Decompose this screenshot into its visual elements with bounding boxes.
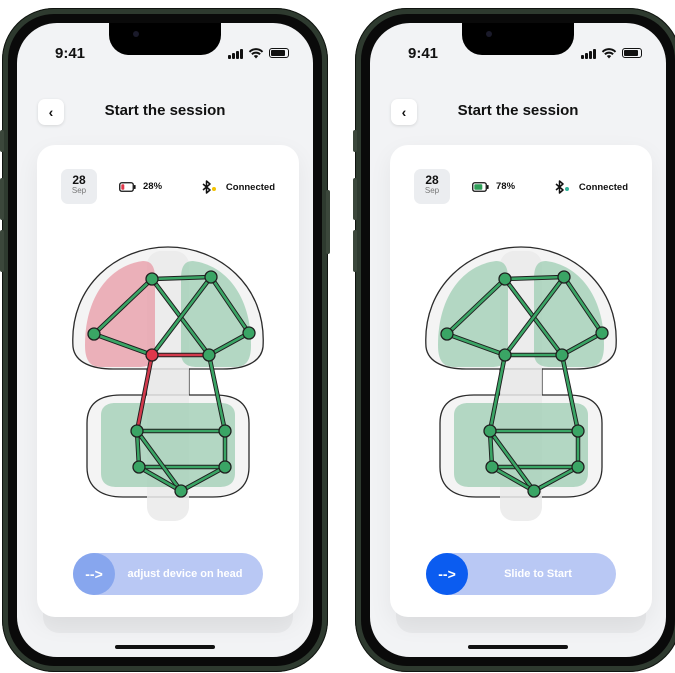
electrode-back-bottom bbox=[174, 484, 188, 498]
electrode-mid-right bbox=[555, 348, 569, 362]
device-battery-icon bbox=[472, 181, 489, 192]
electrode-back-upper-right bbox=[571, 424, 585, 438]
electrode-front-right bbox=[204, 270, 218, 284]
device-battery-icon bbox=[119, 181, 136, 192]
device-battery: 78% bbox=[472, 181, 515, 192]
status-time: 9:41 bbox=[408, 45, 439, 62]
phone-battery-icon bbox=[269, 48, 289, 58]
status-dot bbox=[211, 187, 216, 191]
status-time: 9:41 bbox=[55, 45, 86, 62]
wifi-icon bbox=[248, 48, 264, 59]
electrode-back-lower-right bbox=[571, 460, 585, 474]
date-chip: 28 Sep bbox=[61, 169, 97, 204]
page-title: Start the session bbox=[104, 102, 226, 119]
wifi-icon bbox=[601, 48, 617, 59]
electrode-temporal-left bbox=[87, 327, 101, 341]
mute-switch bbox=[0, 130, 4, 152]
electrode-mid-right bbox=[202, 348, 216, 362]
home-indicator bbox=[115, 645, 215, 649]
date-day: 28 bbox=[72, 173, 86, 187]
camera-dot bbox=[133, 31, 139, 37]
battery-fill bbox=[121, 183, 125, 190]
slider-label: adjust device on head bbox=[127, 568, 243, 580]
session-card: 28 Sep 78% Connected --> Slide to Start bbox=[390, 145, 652, 617]
signal-icon bbox=[581, 48, 596, 59]
notch bbox=[109, 23, 221, 55]
headset-diagram bbox=[425, 246, 617, 521]
battery-fill bbox=[474, 183, 483, 190]
camera-dot bbox=[486, 31, 492, 37]
bluetooth-status: Connected bbox=[202, 180, 275, 194]
volume-down-button bbox=[0, 230, 4, 272]
electrode-back-upper-left bbox=[483, 424, 497, 438]
page-title: Start the session bbox=[457, 102, 579, 119]
connection-label: Connected bbox=[225, 181, 275, 193]
volume-up-button bbox=[353, 178, 357, 220]
date-chip: 28 Sep bbox=[414, 169, 450, 204]
electrode-mid-left bbox=[498, 348, 512, 362]
home-indicator bbox=[468, 645, 568, 649]
electrode-back-upper-left bbox=[130, 424, 144, 438]
phone-frame-left: 9:41 ‹ Start the session 28 Sep 28% Conn… bbox=[0, 8, 330, 672]
connection-label: Connected bbox=[578, 181, 628, 193]
date-month: Sep bbox=[424, 186, 440, 195]
electrode-mid-left bbox=[145, 348, 159, 362]
arrow-right-icon: --> bbox=[438, 566, 456, 582]
slider-knob[interactable]: --> bbox=[73, 553, 115, 595]
status-icons bbox=[228, 47, 289, 59]
date-month: Sep bbox=[71, 186, 87, 195]
electrode-front-right bbox=[557, 270, 571, 284]
session-card: 28 Sep 28% Connected --> adjust device o… bbox=[37, 145, 299, 617]
notch bbox=[462, 23, 574, 55]
arrow-right-icon: --> bbox=[85, 566, 103, 582]
status-icons bbox=[581, 47, 642, 59]
slide-to-start-track[interactable]: --> Slide to Start bbox=[426, 553, 616, 595]
battery-percent: 78% bbox=[496, 181, 516, 192]
screen: 9:41 ‹ Start the session 28 Sep bbox=[17, 23, 313, 657]
electrode-temporal-left bbox=[440, 327, 454, 341]
screen: 9:41 ‹ Start the session 28 Sep bbox=[370, 23, 666, 657]
bezel: 9:41 ‹ Start the session 28 Sep bbox=[8, 14, 322, 666]
bluetooth-icon bbox=[202, 180, 211, 194]
device-battery: 28% bbox=[119, 181, 162, 192]
battery-percent: 28% bbox=[143, 181, 163, 192]
bluetooth-status: Connected bbox=[555, 180, 628, 194]
electrode-back-lower-left bbox=[485, 460, 499, 474]
electrode-temporal-right bbox=[595, 326, 609, 340]
status-dot bbox=[564, 187, 569, 191]
electrode-back-bottom bbox=[527, 484, 541, 498]
electrode-back-upper-right bbox=[218, 424, 232, 438]
electrode-back-lower-left bbox=[132, 460, 146, 474]
mute-switch bbox=[353, 130, 357, 152]
electrode-temporal-right bbox=[242, 326, 256, 340]
phone-frame-right: 9:41 ‹ Start the session 28 Sep 78% Conn… bbox=[353, 8, 675, 672]
slider-label: Slide to Start bbox=[504, 568, 572, 580]
slide-to-start-track[interactable]: --> adjust device on head bbox=[73, 553, 263, 595]
slider-knob[interactable]: --> bbox=[426, 553, 468, 595]
date-day: 28 bbox=[425, 173, 439, 187]
signal-icon bbox=[228, 48, 243, 59]
electrode-back-lower-right bbox=[218, 460, 232, 474]
bluetooth-icon bbox=[555, 180, 564, 194]
headset-diagram bbox=[72, 246, 264, 521]
volume-up-button bbox=[0, 178, 4, 220]
volume-down-button bbox=[353, 230, 357, 272]
electrode-front-left bbox=[145, 272, 159, 286]
power-button bbox=[326, 190, 330, 254]
phone-battery-icon bbox=[622, 48, 642, 58]
electrode-front-left bbox=[498, 272, 512, 286]
bezel: 9:41 ‹ Start the session 28 Sep bbox=[361, 14, 675, 666]
